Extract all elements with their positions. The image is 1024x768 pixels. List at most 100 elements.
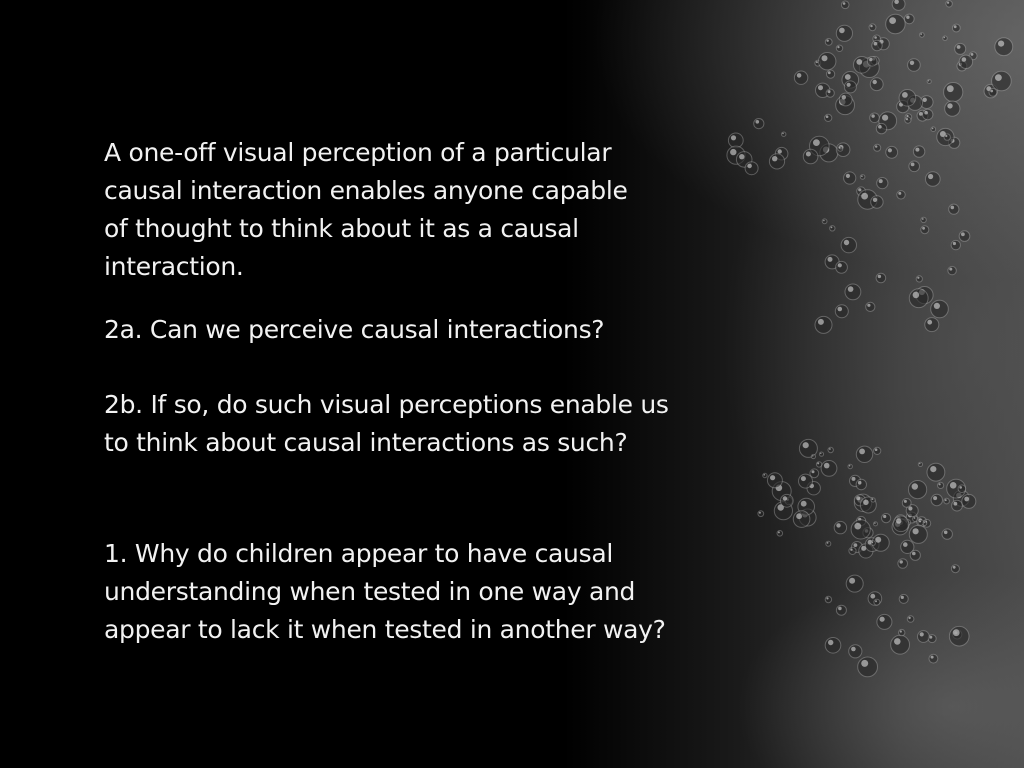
- droplet: [868, 23, 877, 32]
- droplet: [920, 216, 927, 224]
- droplet: [876, 177, 889, 190]
- droplet: [829, 225, 836, 232]
- droplet: [814, 315, 833, 334]
- droplet: [848, 644, 863, 659]
- droplet: [917, 461, 924, 467]
- droplet: [835, 24, 854, 42]
- droplet: [841, 71, 860, 89]
- droplet: [866, 56, 878, 67]
- droplet: [853, 494, 867, 507]
- droplet: [900, 539, 915, 555]
- droplet: [824, 38, 833, 46]
- droplet: [869, 77, 884, 92]
- droplet: [907, 94, 923, 111]
- droplet: [853, 493, 873, 512]
- droplet: [837, 145, 844, 152]
- slide: A one-off visual perception of a particu…: [0, 0, 1024, 768]
- droplet: [906, 615, 915, 623]
- droplet: [898, 628, 906, 637]
- droplet: [855, 478, 867, 491]
- droplet: [948, 625, 970, 647]
- droplet: [843, 171, 857, 185]
- droplet: [924, 317, 940, 333]
- droplet: [818, 451, 825, 457]
- droplet: [952, 629, 963, 640]
- droplet: [904, 13, 915, 25]
- droplet: [824, 113, 833, 123]
- droplet: [943, 82, 964, 103]
- droplet: [915, 286, 934, 305]
- droplet: [925, 171, 941, 187]
- droplet: [797, 497, 816, 516]
- droplet: [876, 37, 890, 51]
- droplet: [950, 239, 961, 251]
- droplet: [948, 203, 960, 215]
- droplet: [870, 497, 876, 503]
- droplet: [753, 118, 765, 130]
- droplet: [922, 108, 934, 121]
- droplet: [824, 637, 842, 654]
- droplet: [912, 145, 926, 158]
- droplet: [991, 70, 1012, 92]
- droplet: [838, 92, 853, 107]
- droplet: [875, 122, 888, 135]
- droplet: [835, 604, 847, 616]
- droplet: [768, 153, 786, 170]
- droplet: [950, 564, 960, 574]
- droplet: [930, 126, 937, 132]
- droplet: [983, 83, 998, 99]
- droplet: [859, 496, 877, 514]
- question-1: 1. Why do children appear to have causal…: [104, 539, 666, 644]
- droplet: [814, 59, 822, 67]
- droplet: [937, 481, 945, 489]
- droplet: [947, 265, 957, 276]
- droplet: [894, 514, 907, 527]
- droplet: [857, 656, 878, 678]
- droplet: [873, 598, 881, 606]
- droplet: [908, 160, 921, 173]
- droplet: [873, 521, 878, 527]
- droplet: [954, 42, 967, 55]
- droplet: [820, 460, 838, 477]
- droplet: [865, 63, 872, 70]
- droplet: [766, 472, 783, 489]
- droplet: [793, 70, 809, 85]
- droplet: [916, 516, 928, 528]
- question-2a: 2a. Can we perceive causal interactions?: [104, 315, 605, 344]
- droplet: [821, 218, 828, 225]
- droplet: [890, 634, 910, 655]
- droplet: [856, 515, 867, 527]
- droplet: [802, 148, 819, 165]
- question-2b: 2b. If so, do such visual perceptions en…: [104, 390, 669, 457]
- droplet: [891, 0, 906, 11]
- droplet: [824, 595, 833, 604]
- droplet: [867, 591, 883, 606]
- droplet: [875, 272, 887, 284]
- droplet: [905, 511, 918, 524]
- droplet: [881, 513, 892, 524]
- droplet: [873, 446, 882, 455]
- droplet: [872, 34, 882, 44]
- droplet: [871, 39, 883, 52]
- droplet: [892, 515, 910, 533]
- droplet: [878, 111, 898, 131]
- droplet: [843, 80, 857, 94]
- droplet: [858, 57, 880, 78]
- droplet: [943, 133, 951, 141]
- droplet: [917, 630, 930, 643]
- droplet: [919, 32, 925, 38]
- droplet: [941, 528, 953, 540]
- droplet: [948, 136, 961, 149]
- droplet: [919, 95, 934, 109]
- droplet: [798, 438, 818, 458]
- droplet: [968, 51, 978, 61]
- droplet: [905, 504, 919, 518]
- droplet: [873, 143, 882, 152]
- droplet: [776, 530, 784, 537]
- droplet: [833, 520, 848, 535]
- droplet: [840, 0, 850, 10]
- droplet: [835, 95, 855, 116]
- droplet: [896, 190, 906, 200]
- droplet: [869, 112, 880, 124]
- droplet: [771, 481, 792, 502]
